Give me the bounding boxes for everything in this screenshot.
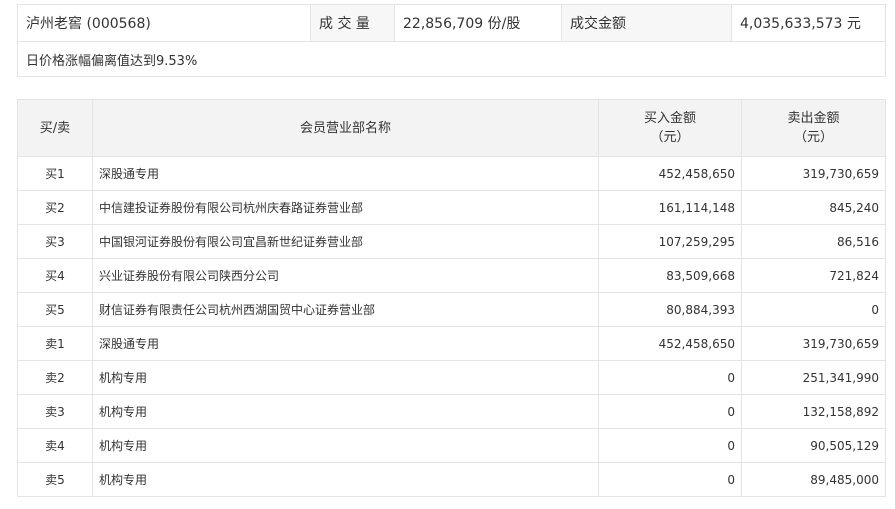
row-sell-amount: 132,158,892 bbox=[741, 394, 886, 429]
header-sell-amount-line2: （元） bbox=[793, 130, 833, 145]
row-side: 卖3 bbox=[17, 394, 93, 429]
row-sell-amount: 319,730,659 bbox=[741, 326, 886, 361]
row-branch-name: 机构专用 bbox=[92, 360, 599, 395]
stock-summary-table: 泸州老窖 (000568) 成 交 量 22,856,709 份/股 成交金额 … bbox=[17, 4, 886, 77]
row-branch-name: 机构专用 bbox=[92, 394, 599, 429]
row-buy-amount: 107,259,295 bbox=[598, 224, 742, 259]
header-sell-amount: 卖出金额 （元） bbox=[741, 99, 886, 157]
table-row: 卖1 深股通专用 452,458,650 319,730,659 bbox=[17, 326, 886, 361]
volume-value: 22,856,709 份/股 bbox=[394, 4, 562, 42]
volume-label: 成 交 量 bbox=[310, 4, 395, 42]
reason-row: 日价格涨幅偏离值达到9.53% bbox=[17, 41, 886, 77]
row-buy-amount: 0 bbox=[598, 394, 742, 429]
header-buy-amount-line2: （元） bbox=[650, 130, 690, 145]
header-side: 买/卖 bbox=[17, 99, 93, 157]
row-buy-amount: 0 bbox=[598, 360, 742, 395]
row-branch-name: 机构专用 bbox=[92, 428, 599, 463]
table-row: 买4 兴业证券股份有限公司陕西分公司 83,509,668 721,824 bbox=[17, 258, 886, 293]
row-side: 卖4 bbox=[17, 428, 93, 463]
row-branch-name: 深股通专用 bbox=[92, 326, 599, 361]
listing-reason: 日价格涨幅偏离值达到9.53% bbox=[17, 41, 886, 77]
row-sell-amount: 86,516 bbox=[741, 224, 886, 259]
table-header-row: 买/卖 会员营业部名称 买入金额 （元） 卖出金额 （元） bbox=[17, 99, 886, 157]
row-side: 买1 bbox=[17, 156, 93, 191]
row-branch-name: 中国银河证券股份有限公司宜昌新世纪证券营业部 bbox=[92, 224, 599, 259]
amount-label: 成交金额 bbox=[561, 4, 732, 42]
header-sell-amount-line1: 卖出金额 bbox=[787, 111, 840, 126]
stock-name-code: 泸州老窖 (000568) bbox=[17, 4, 311, 42]
row-branch-name: 中信建投证券股份有限公司杭州庆春路证券营业部 bbox=[92, 190, 599, 225]
row-branch-name: 机构专用 bbox=[92, 462, 599, 497]
row-side: 买4 bbox=[17, 258, 93, 293]
row-branch-name: 深股通专用 bbox=[92, 156, 599, 191]
row-buy-amount: 83,509,668 bbox=[598, 258, 742, 293]
summary-row: 泸州老窖 (000568) 成 交 量 22,856,709 份/股 成交金额 … bbox=[17, 4, 886, 42]
table-row: 买2 中信建投证券股份有限公司杭州庆春路证券营业部 161,114,148 84… bbox=[17, 190, 886, 225]
table-row: 买3 中国银河证券股份有限公司宜昌新世纪证券营业部 107,259,295 86… bbox=[17, 224, 886, 259]
row-side: 卖2 bbox=[17, 360, 93, 395]
row-sell-amount: 251,341,990 bbox=[741, 360, 886, 395]
row-side: 卖5 bbox=[17, 462, 93, 497]
row-sell-amount: 721,824 bbox=[741, 258, 886, 293]
row-side: 卖1 bbox=[17, 326, 93, 361]
row-branch-name: 财信证券有限责任公司杭州西湖国贸中心证券营业部 bbox=[92, 292, 599, 327]
row-buy-amount: 161,114,148 bbox=[598, 190, 742, 225]
row-buy-amount: 0 bbox=[598, 428, 742, 463]
table-row: 卖4 机构专用 0 90,505,129 bbox=[17, 428, 886, 463]
row-buy-amount: 80,884,393 bbox=[598, 292, 742, 327]
row-branch-name: 兴业证券股份有限公司陕西分公司 bbox=[92, 258, 599, 293]
row-side: 买2 bbox=[17, 190, 93, 225]
header-buy-amount-line1: 买入金额 bbox=[643, 111, 696, 126]
header-branch-name: 会员营业部名称 bbox=[92, 99, 599, 157]
table-row: 买5 财信证券有限责任公司杭州西湖国贸中心证券营业部 80,884,393 0 bbox=[17, 292, 886, 327]
header-buy-amount: 买入金额 （元） bbox=[598, 99, 742, 157]
table-row: 卖2 机构专用 0 251,341,990 bbox=[17, 360, 886, 395]
row-side: 买5 bbox=[17, 292, 93, 327]
row-buy-amount: 452,458,650 bbox=[598, 326, 742, 361]
row-buy-amount: 452,458,650 bbox=[598, 156, 742, 191]
row-sell-amount: 89,485,000 bbox=[741, 462, 886, 497]
row-sell-amount: 0 bbox=[741, 292, 886, 327]
row-sell-amount: 319,730,659 bbox=[741, 156, 886, 191]
row-side: 买3 bbox=[17, 224, 93, 259]
row-sell-amount: 90,505,129 bbox=[741, 428, 886, 463]
brokerage-trade-table: 买/卖 会员营业部名称 买入金额 （元） 卖出金额 （元） 买1 深股通专用 4… bbox=[17, 99, 886, 497]
row-buy-amount: 0 bbox=[598, 462, 742, 497]
amount-value: 4,035,633,573 元 bbox=[731, 4, 886, 42]
table-row: 买1 深股通专用 452,458,650 319,730,659 bbox=[17, 156, 886, 191]
row-sell-amount: 845,240 bbox=[741, 190, 886, 225]
table-row: 卖3 机构专用 0 132,158,892 bbox=[17, 394, 886, 429]
table-row: 卖5 机构专用 0 89,485,000 bbox=[17, 462, 886, 497]
